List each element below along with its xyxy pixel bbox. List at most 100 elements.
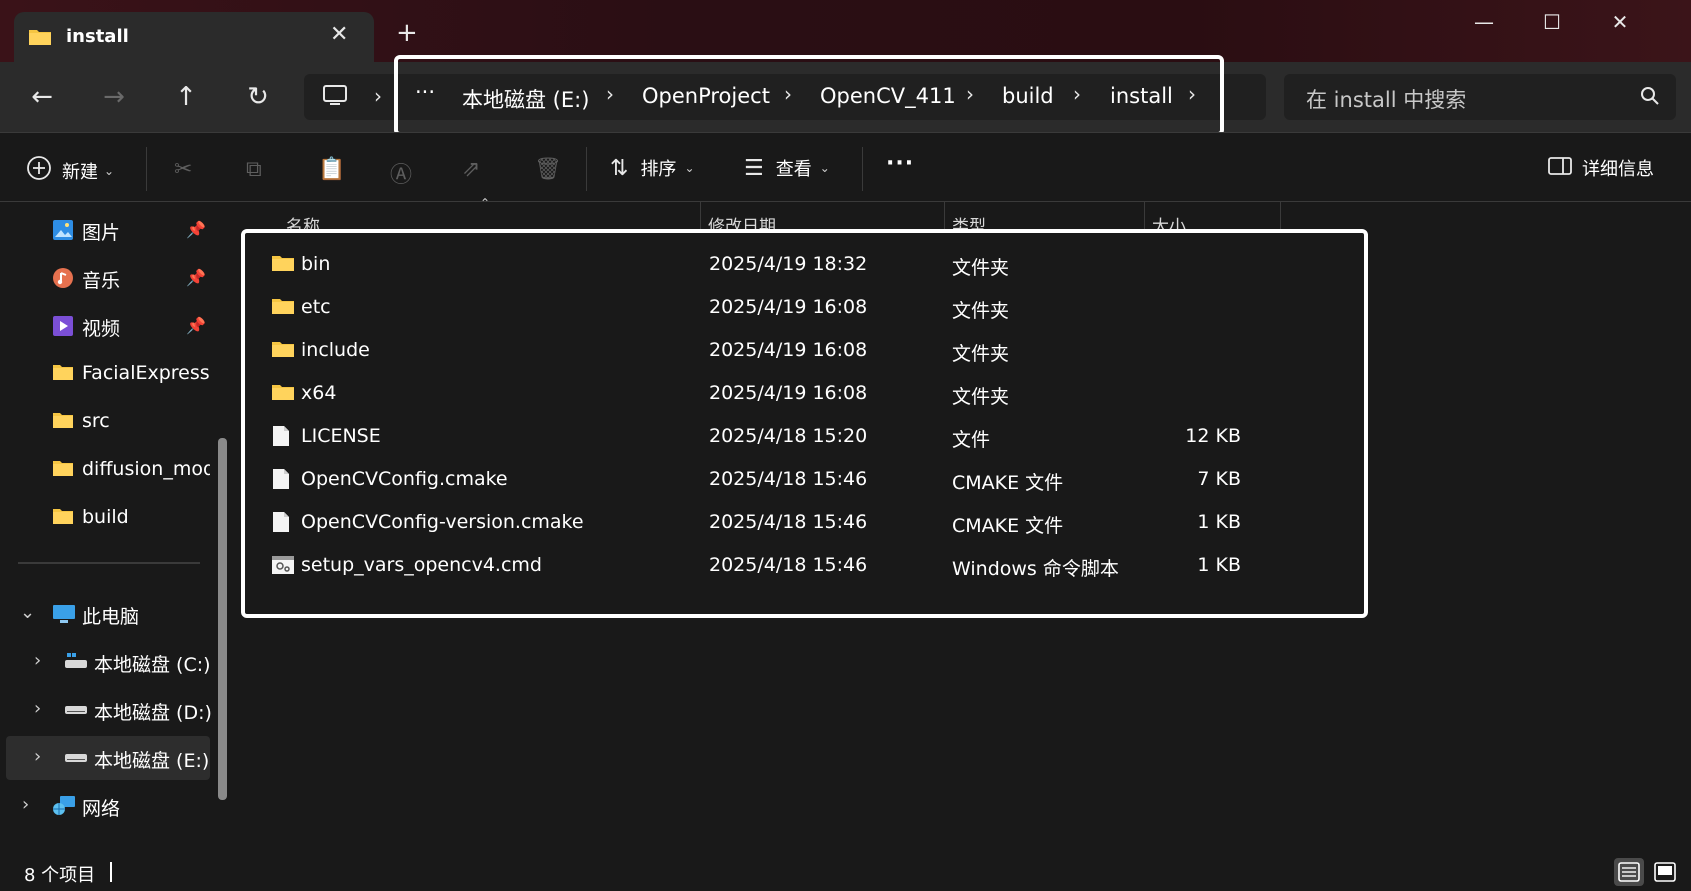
maximize-button[interactable]: ☐ xyxy=(1529,10,1575,40)
chevron-right-icon[interactable]: › xyxy=(1073,82,1081,106)
sidebar-item-drive-c[interactable]: › 本地磁盘 (C:) xyxy=(0,640,211,684)
delete-icon[interactable]: 🗑 xyxy=(534,157,562,182)
script-icon xyxy=(271,554,295,580)
details-pane-icon xyxy=(1548,156,1572,181)
cut-icon[interactable]: ✂ xyxy=(174,157,192,182)
chevron-right-icon[interactable]: › xyxy=(22,794,29,815)
rename-icon[interactable]: Ⓐ xyxy=(390,157,412,189)
toolbar-divider xyxy=(586,147,587,191)
sidebar-item-drive-e[interactable]: › 本地磁盘 (E:) xyxy=(6,736,210,780)
large-icons-view-button[interactable] xyxy=(1650,858,1680,886)
table-row[interactable]: OpenCVConfig.cmake 2025/4/18 15:46 CMAKE… xyxy=(245,458,1364,501)
file-type: 文件 xyxy=(952,429,991,451)
chevron-right-icon[interactable]: › xyxy=(34,746,41,767)
file-name: include xyxy=(301,339,370,361)
details-view-icon xyxy=(1618,862,1640,882)
details-view-button[interactable] xyxy=(1614,858,1644,886)
sidebar-item-network[interactable]: › 网络 xyxy=(0,784,210,828)
sidebar-item-this-pc[interactable]: ⌄ 此电脑 xyxy=(0,592,210,636)
file-size: 1 KB xyxy=(1197,554,1241,576)
up-button[interactable]: ↑ xyxy=(168,80,204,116)
table-row[interactable]: x64 2025/4/19 16:08 文件夹 xyxy=(245,372,1364,415)
folder-icon xyxy=(52,507,74,529)
file-type: CMAKE 文件 xyxy=(952,472,1064,494)
sidebar-item-src[interactable]: src xyxy=(0,400,210,444)
more-breadcrumbs-button[interactable]: ··· xyxy=(415,80,435,104)
sidebar-item-label: 图片 xyxy=(82,222,121,244)
table-row[interactable]: LICENSE 2025/4/18 15:20 文件 12 KB xyxy=(245,415,1364,458)
sidebar-item-videos[interactable]: 视频 📌 xyxy=(0,304,210,348)
sidebar-scrollbar[interactable] xyxy=(218,438,227,800)
close-window-button[interactable]: ✕ xyxy=(1597,10,1643,40)
chevron-right-icon[interactable]: › xyxy=(966,82,974,106)
file-name: OpenCVConfig.cmake xyxy=(301,468,508,490)
sidebar-item-label: 此电脑 xyxy=(82,606,140,628)
file-name: etc xyxy=(301,296,331,318)
minimize-button[interactable]: — xyxy=(1461,10,1507,40)
file-name: setup_vars_opencv4.cmd xyxy=(301,554,542,576)
sidebar-item-facialexpression[interactable]: FacialExpressio xyxy=(0,352,210,396)
chevron-right-icon[interactable]: › xyxy=(606,82,614,106)
chevron-right-icon[interactable]: › xyxy=(34,650,41,671)
more-options-button[interactable]: ··· xyxy=(886,151,914,176)
new-tab-button[interactable]: + xyxy=(396,20,418,46)
sidebar-item-label: diffusion_mode xyxy=(82,458,210,480)
table-row[interactable]: OpenCVConfig-version.cmake 2025/4/18 15:… xyxy=(245,501,1364,544)
sort-button[interactable]: ⇅ 排序 ⌄ xyxy=(610,155,695,181)
file-icon xyxy=(271,511,291,537)
file-size: 1 KB xyxy=(1197,511,1241,533)
chevron-right-icon[interactable]: › xyxy=(34,698,41,719)
view-button[interactable]: ☰ 查看 ⌄ xyxy=(744,155,830,181)
file-modified: 2025/4/19 16:08 xyxy=(709,296,868,318)
breadcrumb-install[interactable]: install xyxy=(1110,84,1173,108)
search-input[interactable]: 在 install 中搜索 xyxy=(1306,84,1466,114)
pin-icon[interactable]: 📌 xyxy=(186,316,206,335)
sidebar-item-pictures[interactable]: 图片 📌 xyxy=(0,208,210,252)
breadcrumb-openproject[interactable]: OpenProject xyxy=(642,84,770,108)
new-button[interactable]: 新建 ⌄ xyxy=(26,155,114,186)
chevron-right-icon[interactable]: › xyxy=(1188,82,1196,106)
paste-icon[interactable]: 📋 xyxy=(318,157,345,182)
file-name: x64 xyxy=(301,382,337,404)
toolbar-divider xyxy=(146,147,147,191)
search-box[interactable]: 在 install 中搜索 xyxy=(1284,74,1676,120)
table-row[interactable]: bin 2025/4/19 18:32 文件夹 xyxy=(245,243,1364,286)
table-row[interactable]: setup_vars_opencv4.cmd 2025/4/18 15:46 W… xyxy=(245,544,1364,587)
table-row[interactable]: etc 2025/4/19 16:08 文件夹 xyxy=(245,286,1364,329)
status-bar: 8 个项目 xyxy=(0,852,1691,891)
copy-icon[interactable]: ⧉ xyxy=(246,157,262,182)
folder-icon xyxy=(52,411,74,433)
chevron-down-icon[interactable]: ⌄ xyxy=(20,602,35,623)
sidebar-item-label: src xyxy=(82,410,110,432)
new-label: 新建 xyxy=(62,161,98,183)
videos-icon xyxy=(52,315,74,341)
search-icon[interactable] xyxy=(1640,86,1660,110)
breadcrumb-drive[interactable]: 本地磁盘 (E:) xyxy=(462,84,589,114)
breadcrumb-build[interactable]: build xyxy=(1002,84,1054,108)
tab-close-icon[interactable]: ✕ xyxy=(330,22,348,47)
sidebar-item-build[interactable]: build xyxy=(0,496,210,540)
chevron-right-icon[interactable]: › xyxy=(374,84,382,108)
sidebar-item-drive-d[interactable]: › 本地磁盘 (D:) xyxy=(0,688,212,732)
file-name: OpenCVConfig-version.cmake xyxy=(301,511,584,533)
file-type: 文件夹 xyxy=(952,257,1010,279)
drive-c-icon xyxy=(64,651,88,675)
folder-icon xyxy=(271,382,295,406)
chevron-right-icon[interactable]: › xyxy=(784,82,792,106)
table-row[interactable]: include 2025/4/19 16:08 文件夹 xyxy=(245,329,1364,372)
details-pane-button[interactable]: 详细信息 xyxy=(1548,155,1654,181)
folder-icon xyxy=(52,459,74,481)
toolbar-divider xyxy=(862,147,863,191)
back-button[interactable]: ← xyxy=(24,80,60,116)
pin-icon[interactable]: 📌 xyxy=(186,220,206,239)
breadcrumb-opencv[interactable]: OpenCV_411 xyxy=(820,84,956,108)
refresh-button[interactable]: ↻ xyxy=(240,80,276,116)
sidebar-item-label: 本地磁盘 (E:) xyxy=(94,750,210,772)
pin-icon[interactable]: 📌 xyxy=(186,268,206,287)
tab-install[interactable]: install ✕ xyxy=(14,12,374,64)
forward-button[interactable]: → xyxy=(96,80,132,116)
share-icon[interactable]: ⇗ xyxy=(462,157,480,182)
sidebar-item-diffusion-mode[interactable]: diffusion_mode xyxy=(0,448,210,492)
sidebar-item-music[interactable]: 音乐 📌 xyxy=(0,256,210,300)
file-size: 12 KB xyxy=(1185,425,1241,447)
